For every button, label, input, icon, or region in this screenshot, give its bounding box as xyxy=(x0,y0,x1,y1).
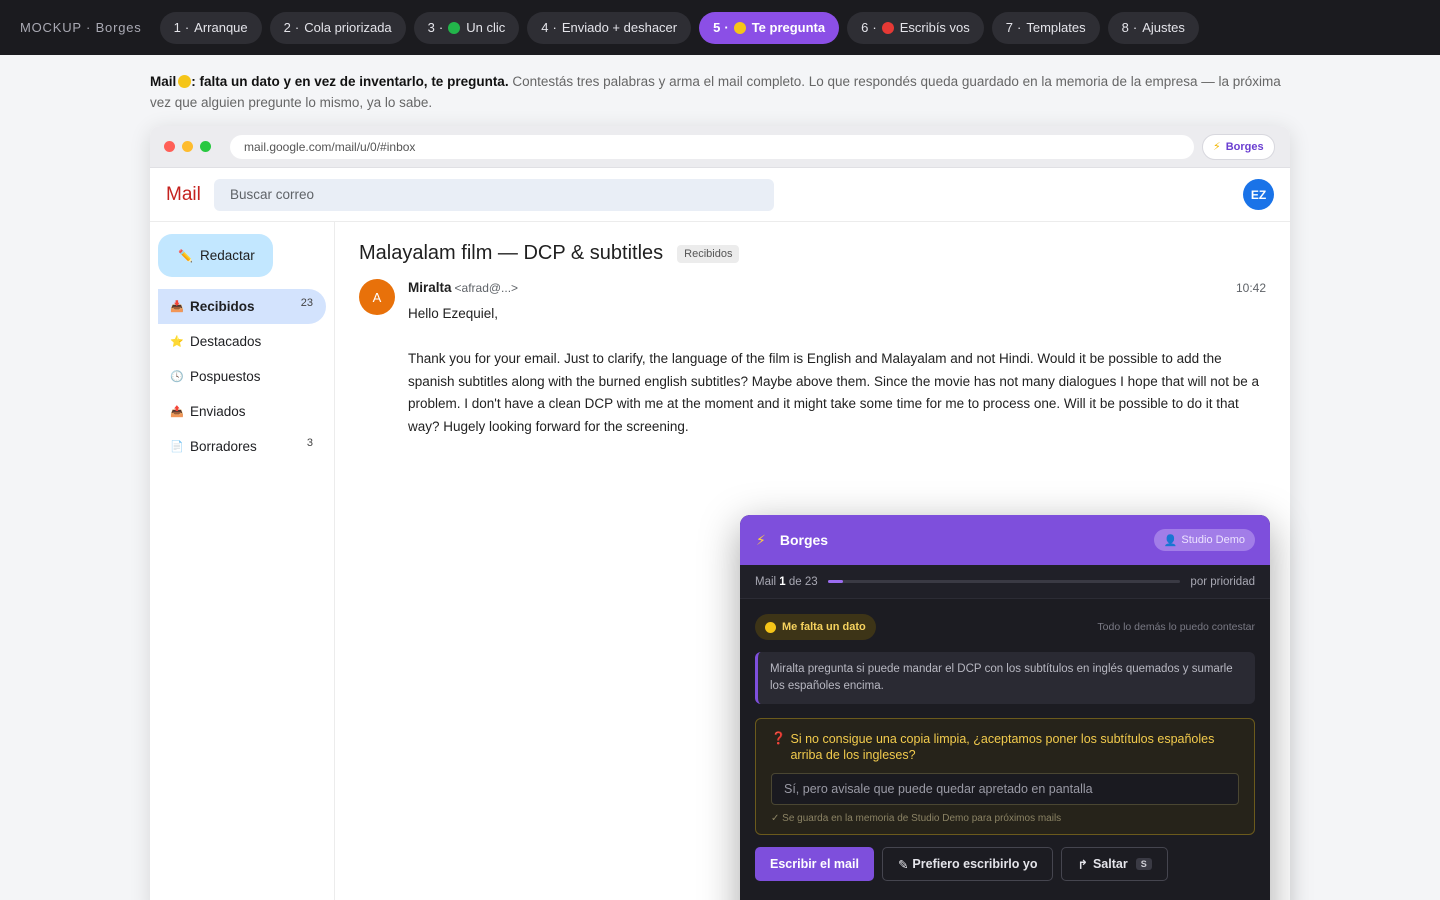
borges-extension-button[interactable]: ⚡ Borges xyxy=(1202,133,1275,160)
search-input[interactable]: Buscar correo xyxy=(214,178,774,211)
email-subject-row: Malayalam film — DCP & subtitles Recibid… xyxy=(359,242,1266,265)
missing-data-badge: Me falta un dato xyxy=(755,614,876,640)
sender-avatar: A xyxy=(359,279,395,315)
tab-cola-priorizada[interactable]: 2 · Cola priorizada xyxy=(269,11,406,44)
tab-ajustes[interactable]: 8 · Ajustes xyxy=(1107,11,1199,44)
draft-icon: 📄 xyxy=(170,441,184,453)
progress-label: Mail 1 de 23 xyxy=(755,575,818,588)
email-message: A Miralta <afrad@...> 10:42 Hello Ezequie… xyxy=(359,279,1266,438)
skip-arrow-icon: ↱ xyxy=(1077,857,1088,872)
question-text: Si no consigue una copia limpia, ¿acepta… xyxy=(790,732,1215,762)
inbox-icon: 📥 xyxy=(170,301,184,313)
question-box: ❓ Si no consigue una copia limpia, ¿acep… xyxy=(755,718,1255,835)
folder-nav: 📥 Recibidos 23 ⭐ Destacados 🕓 Pospuestos 📤 En… xyxy=(150,289,334,464)
bolt-icon: ⚡ xyxy=(1213,141,1221,153)
sender-name: Miralta xyxy=(408,280,452,295)
email-summary: Miralta pregunta si puede mandar el DCP … xyxy=(755,652,1255,704)
unread-count: 23 xyxy=(300,297,313,309)
sidebar-item-enviados[interactable]: 📤 Enviados xyxy=(158,394,326,429)
bolt-icon: ⚡ xyxy=(756,531,766,548)
write-mail-button[interactable]: Escribir el mail xyxy=(755,847,874,881)
write-myself-button[interactable]: ✎ Prefiero escribirlo yo xyxy=(881,847,1054,881)
tab-templates[interactable]: 7 · Templates xyxy=(991,11,1100,44)
question-row: ❓ Si no consigue una copia limpia, ¿acep… xyxy=(771,731,1239,763)
progress-fill xyxy=(827,580,843,583)
status-row: Me falta un dato Todo lo demás lo puedo … xyxy=(755,614,1255,640)
tab-enviado-deshacer[interactable]: 4 · Enviado + deshacer xyxy=(527,11,692,44)
maximize-window-dot[interactable] xyxy=(200,141,211,152)
sidebar-item-destacados[interactable]: ⭐ Destacados xyxy=(158,324,326,359)
status-note: Todo lo demás lo puedo contestar xyxy=(1097,621,1255,633)
email-subject: Malayalam film — DCP & subtitles xyxy=(359,242,664,264)
green-dot-icon xyxy=(448,21,461,34)
gmail-sidebar: ✏️ Redactar 📥 Recibidos 23 ⭐ Destacados 🕓 Pos… xyxy=(150,222,335,900)
label-chip[interactable]: Recibidos xyxy=(677,244,740,263)
tab-arranque[interactable]: 1 · Arranque xyxy=(159,11,262,44)
sent-icon: 📤 xyxy=(170,406,184,418)
sort-label: por prioridad xyxy=(1190,575,1255,588)
message-content: Miralta <afrad@...> 10:42 Hello Ezequiel,… xyxy=(408,279,1266,438)
account-avatar[interactable]: EZ xyxy=(1243,179,1274,210)
pencil-icon: ✏️ xyxy=(178,248,193,263)
answer-input[interactable]: Sí, pero avisale que puede quedar apreta… xyxy=(771,773,1239,805)
borges-panel: ⚡ Borges 👤 Studio Demo Mail 1 de 23 por p… xyxy=(740,515,1270,900)
tab-un-clic[interactable]: 3 · Un clic xyxy=(413,11,520,44)
address-bar[interactable]: mail.google.com/mail/u/0/#inbox xyxy=(230,134,1194,159)
yellow-dot-icon xyxy=(178,75,192,88)
yellow-dot-icon xyxy=(765,621,776,633)
workspace-badge[interactable]: 👤 Studio Demo xyxy=(1153,529,1255,551)
panel-header: ⚡ Borges 👤 Studio Demo xyxy=(740,515,1270,565)
sidebar-item-recibidos[interactable]: 📥 Recibidos 23 xyxy=(158,289,326,324)
clock-icon: 🕓 xyxy=(170,371,184,383)
mockup-topbar: MOCKUP · Borges 1 · Arranque 2 · Cola priori… xyxy=(0,0,1440,55)
sidebar-item-borradores[interactable]: 📄 Borradores 3 xyxy=(158,429,326,464)
mockup-brand: MOCKUP · Borges xyxy=(20,20,142,35)
browser-chrome: mail.google.com/mail/u/0/#inbox ⚡ Borges xyxy=(150,126,1290,168)
skip-shortcut-key: S xyxy=(1135,858,1152,870)
sender-info: Miralta <afrad@...> xyxy=(408,279,518,297)
gmail-header: Mail Buscar correo EZ xyxy=(150,168,1290,222)
minimize-window-dot[interactable] xyxy=(182,141,193,152)
yellow-dot-icon xyxy=(733,21,746,34)
red-dot-icon xyxy=(881,21,894,34)
user-icon: 👤 xyxy=(1163,534,1178,547)
pencil-icon: ✎ xyxy=(897,857,909,872)
intro-lead: Mail: falta un dato y en vez de inventar… xyxy=(150,74,509,89)
close-window-dot[interactable] xyxy=(164,141,175,152)
message-body: Hello Ezequiel, Thank you for your email… xyxy=(408,306,1260,434)
star-icon: ⭐ xyxy=(170,336,184,348)
sidebar-item-pospuestos[interactable]: 🕓 Pospuestos xyxy=(158,359,326,394)
draft-count: 3 xyxy=(306,437,313,449)
compose-button[interactable]: ✏️ Redactar xyxy=(158,234,273,277)
memory-note: ✓ Se guarda en la memoria de Studio Demo… xyxy=(771,813,1062,824)
message-header: Miralta <afrad@...> 10:42 xyxy=(408,279,1266,297)
sender-email: <afrad@...> xyxy=(454,281,519,295)
message-time: 10:42 xyxy=(1235,281,1266,295)
question-mark-icon: ❓ xyxy=(771,731,786,745)
queue-progress: Mail 1 de 23 por prioridad xyxy=(740,565,1270,599)
gmail-logo[interactable]: Mail xyxy=(166,184,214,206)
panel-actions: Escribir el mail ✎ Prefiero escribirlo yo… xyxy=(755,847,1255,881)
progress-bar xyxy=(827,580,1181,583)
tab-te-pregunta[interactable]: 5 · Te pregunta xyxy=(699,11,840,44)
skip-button[interactable]: ↱ Saltar S xyxy=(1061,847,1168,881)
scenario-description: Mail: falta un dato y en vez de inventar… xyxy=(150,71,1290,113)
panel-title: Borges xyxy=(779,532,829,548)
tab-escribis-vos[interactable]: 6 · Escribís vos xyxy=(847,11,984,44)
